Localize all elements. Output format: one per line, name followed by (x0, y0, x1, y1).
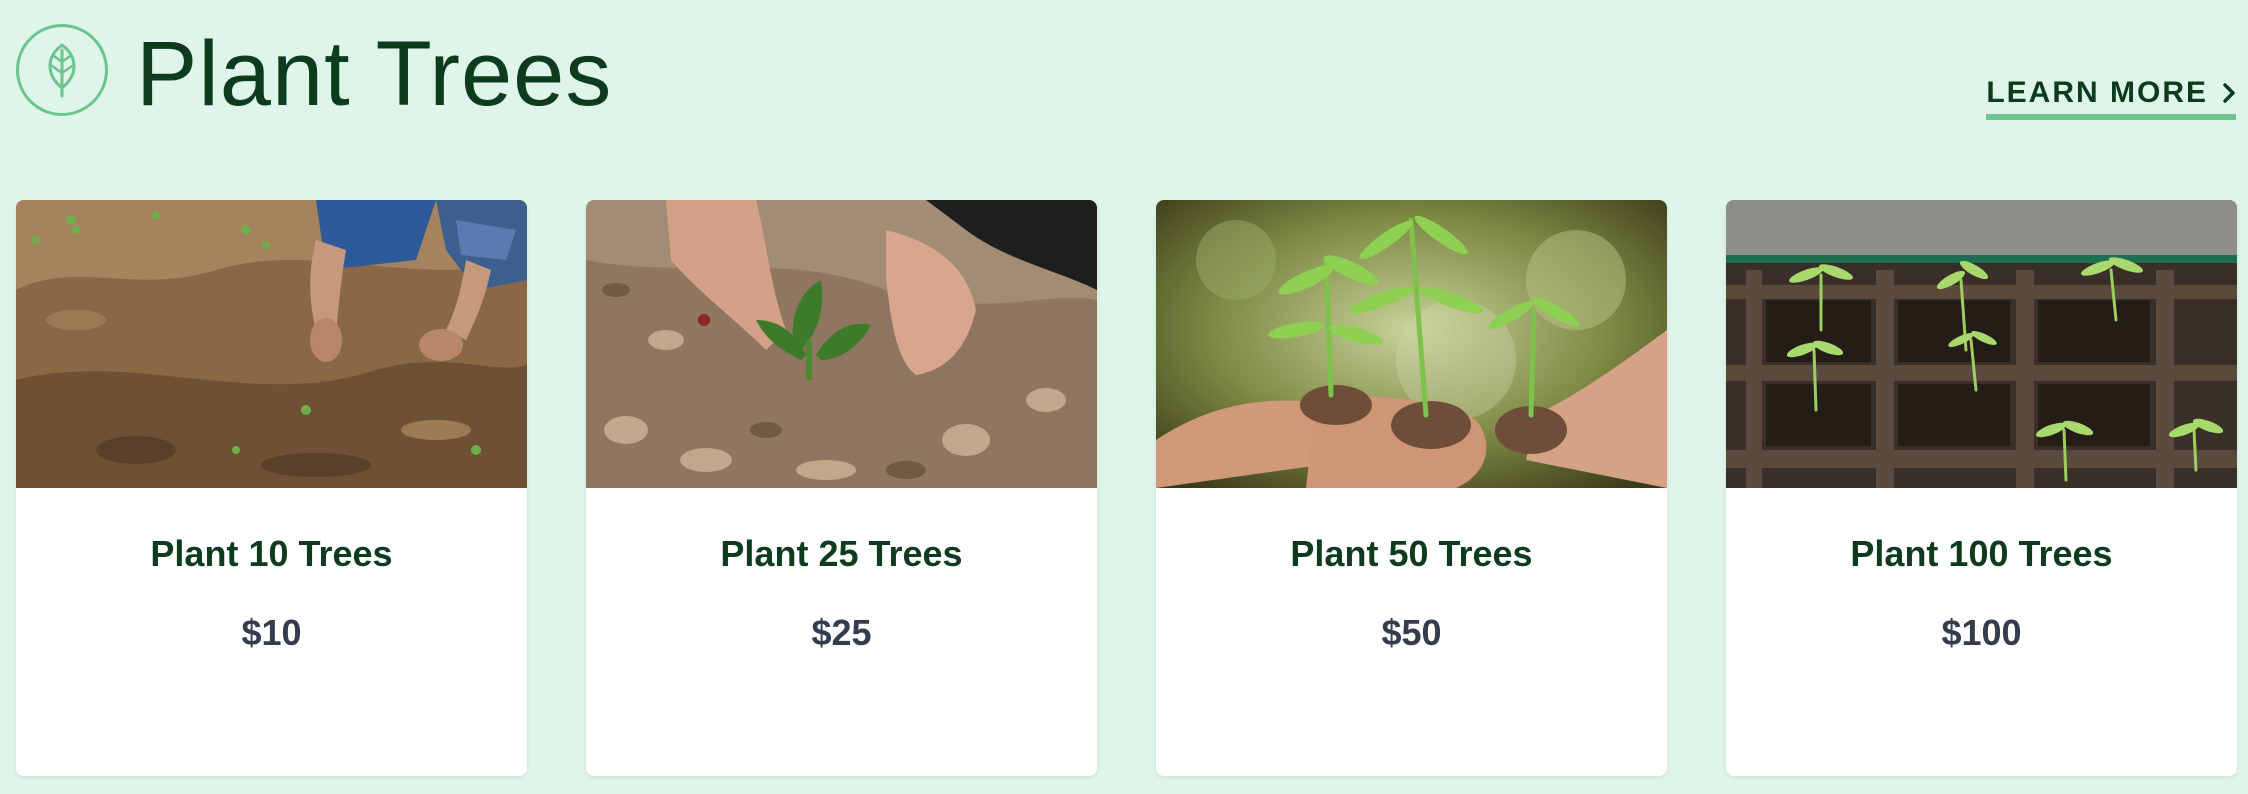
hands-holding-saplings-photo (1156, 200, 1667, 488)
learn-more-link[interactable]: LEARN MORE (1986, 76, 2236, 120)
card-body: Plant 25 Trees $25 (586, 488, 1097, 776)
tree-package-list: Plant 10 Trees $10 Plant 25 Trees $25 Pl… (16, 200, 2237, 776)
card-title: Plant 100 Trees (1850, 533, 2113, 574)
hands-planting-seedling-photo (586, 200, 1097, 488)
card-title: Plant 50 Trees (1290, 533, 1533, 574)
card-title: Plant 10 Trees (150, 533, 393, 574)
leaf-icon (48, 43, 76, 98)
card-price: $25 (811, 612, 872, 653)
card-title: Plant 25 Trees (720, 533, 963, 574)
card-price: $50 (1381, 612, 1442, 653)
card-plant-50-trees[interactable]: Plant 50 Trees $50 (1156, 200, 1667, 776)
learn-more-label: LEARN MORE (1986, 76, 2208, 109)
seedling-tray-photo (1726, 200, 2237, 488)
leaf-badge (16, 24, 108, 116)
card-body: Plant 10 Trees $10 (16, 488, 527, 776)
card-price: $100 (1941, 612, 2022, 653)
card-plant-100-trees[interactable]: Plant 100 Trees $100 (1726, 200, 2237, 776)
card-body: Plant 100 Trees $100 (1726, 488, 2237, 776)
card-price: $10 (241, 612, 302, 653)
card-plant-10-trees[interactable]: Plant 10 Trees $10 (16, 200, 527, 776)
gardener-planting-in-soil-photo (16, 200, 527, 488)
card-body: Plant 50 Trees $50 (1156, 488, 1667, 776)
card-plant-25-trees[interactable]: Plant 25 Trees $25 (586, 200, 1097, 776)
chevron-right-icon (2222, 82, 2236, 104)
section-header: Plant Trees LEARN MORE (0, 0, 2248, 160)
page-title: Plant Trees (136, 23, 613, 125)
